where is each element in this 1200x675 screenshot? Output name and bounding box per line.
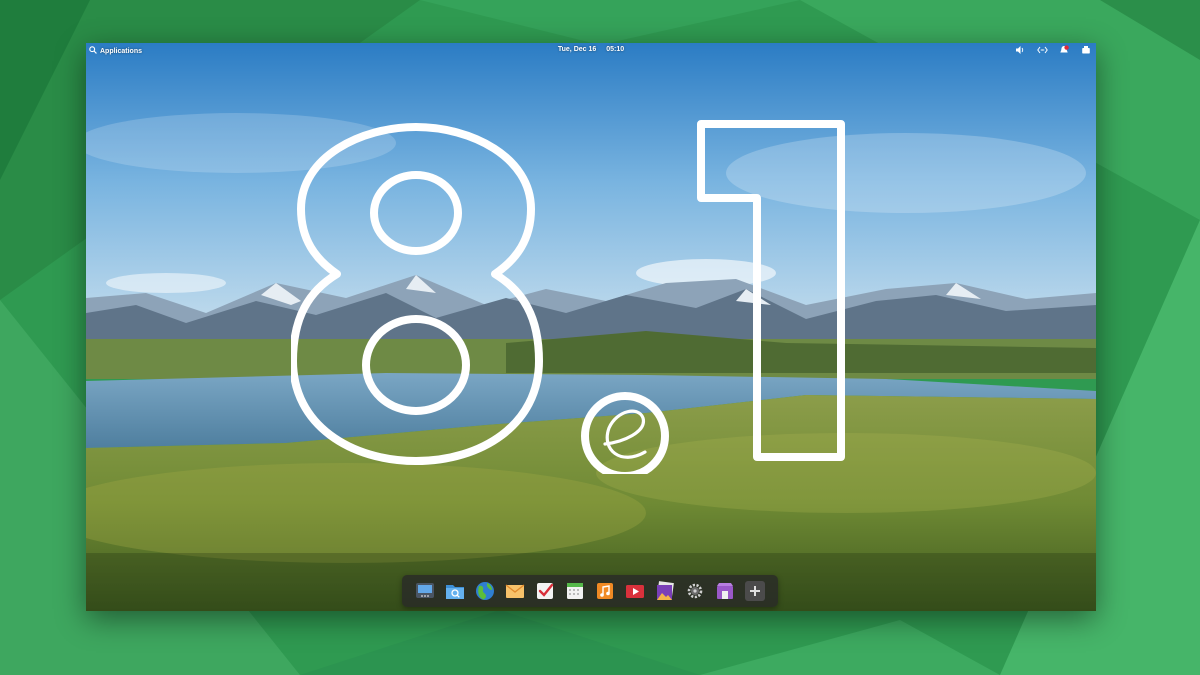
calendar-icon[interactable] <box>563 579 587 603</box>
photos-icon[interactable] <box>653 579 677 603</box>
tasks-icon[interactable] <box>533 579 557 603</box>
web-browser-icon[interactable] <box>473 579 497 603</box>
volume-icon[interactable] <box>1014 44 1026 56</box>
power-icon[interactable] <box>1080 44 1092 56</box>
top-panel: Applications Tue, Dec 16 05:10 <box>86 43 1096 58</box>
network-icon[interactable] <box>1036 44 1048 56</box>
mail-icon[interactable] <box>503 579 527 603</box>
files-icon[interactable] <box>443 579 467 603</box>
multitasking-view-icon[interactable] <box>413 579 437 603</box>
date-time-indicator[interactable]: Tue, Dec 16 05:10 <box>558 46 624 53</box>
videos-icon[interactable] <box>623 579 647 603</box>
digit-one <box>697 120 845 461</box>
dock <box>402 575 778 607</box>
music-icon[interactable] <box>593 579 617 603</box>
panel-date: Tue, Dec 16 <box>557 46 597 53</box>
notifications-icon[interactable] <box>1058 44 1070 56</box>
search-icon <box>89 46 97 56</box>
elementary-logo <box>581 392 669 474</box>
applications-label: Applications <box>100 47 143 55</box>
appcenter-icon[interactable] <box>713 579 737 603</box>
system-settings-icon[interactable] <box>683 579 707 603</box>
desktop-screen: Applications Tue, Dec 16 05:10 <box>86 43 1096 611</box>
applications-menu[interactable]: Applications <box>89 46 142 56</box>
version-hero-graphic <box>291 120 845 474</box>
panel-time: 05:10 <box>606 46 625 53</box>
add-icon[interactable] <box>743 579 767 603</box>
